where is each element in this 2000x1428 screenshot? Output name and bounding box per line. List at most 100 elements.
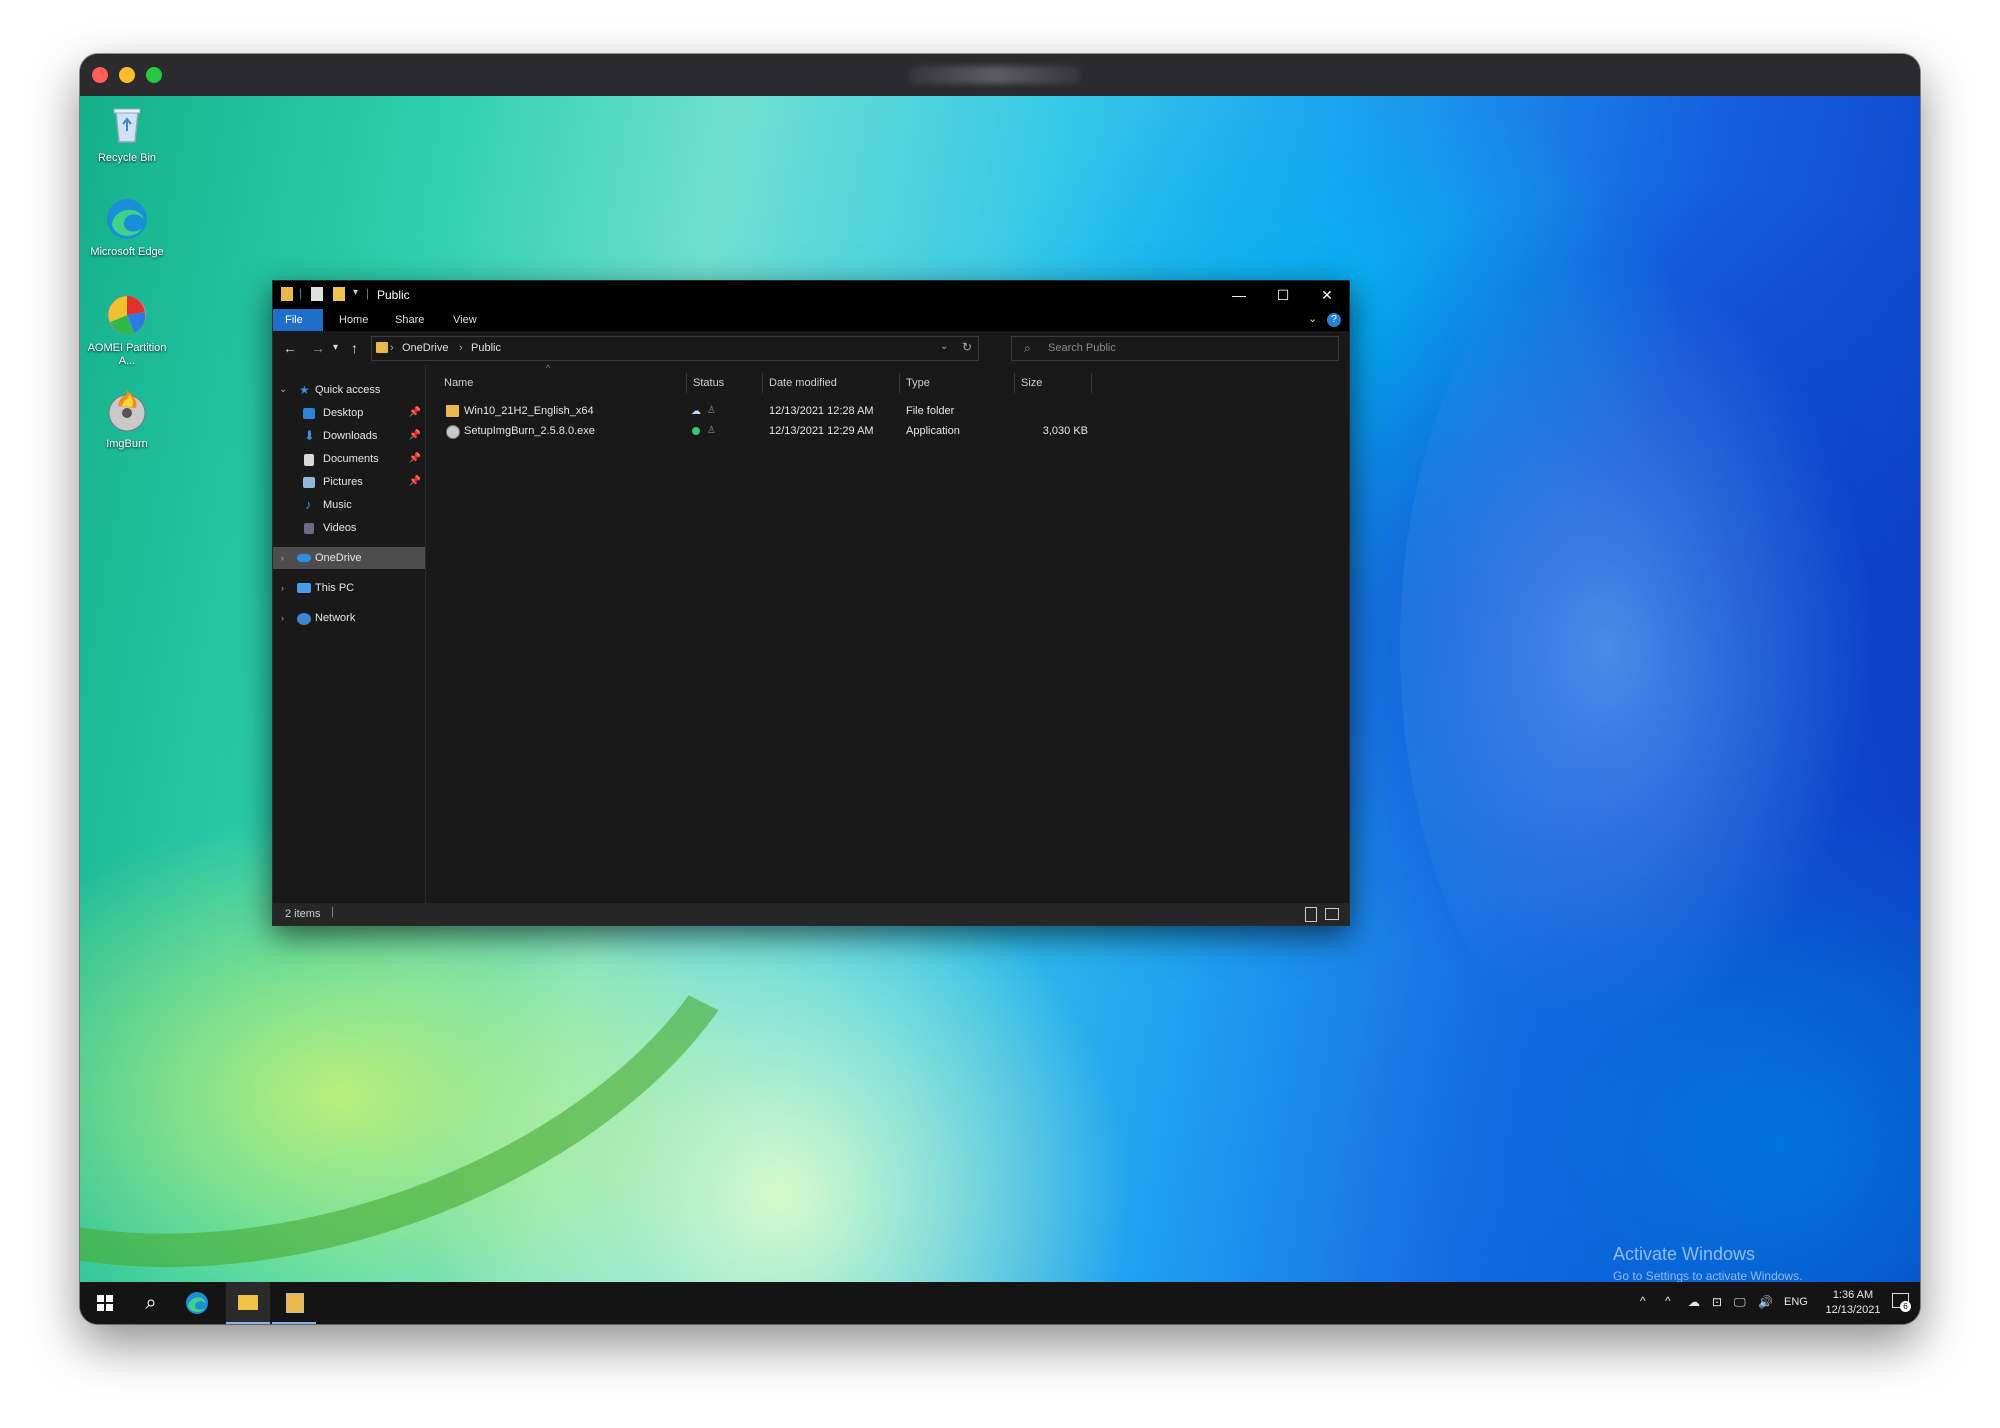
onedrive-cloud-icon[interactable]: ☁ bbox=[1688, 1295, 1700, 1324]
notification-center-icon[interactable]: 6 bbox=[1892, 1293, 1911, 1312]
pin-icon[interactable]: 📌 bbox=[409, 471, 421, 493]
usb-device-icon[interactable]: ⊡ bbox=[1712, 1295, 1722, 1324]
nav-item-videos[interactable]: Videos bbox=[273, 517, 425, 539]
nav-quick-access[interactable]: ⌄ ★ Quick access bbox=[273, 379, 425, 401]
nav-label: OneDrive bbox=[315, 552, 362, 564]
pin-icon[interactable]: 📌 bbox=[409, 448, 421, 470]
desktop-icon-imgburn[interactable]: ImgBurn bbox=[85, 388, 169, 451]
forward-arrow-icon[interactable]: → bbox=[311, 340, 325, 356]
network-status-icon[interactable]: 🖵 bbox=[1734, 1295, 1746, 1324]
expand-ribbon-icon[interactable]: ⌄ bbox=[1308, 312, 1317, 325]
help-icon[interactable]: ? bbox=[1327, 313, 1341, 327]
setup-taskbar-button[interactable] bbox=[272, 1282, 316, 1324]
nav-item-network[interactable]: › Network bbox=[273, 607, 425, 629]
collapsed-chevron-icon[interactable]: › bbox=[281, 577, 284, 599]
up-arrow-icon[interactable]: ↑ bbox=[351, 340, 358, 356]
close-icon[interactable]: ✕ bbox=[1305, 281, 1349, 309]
column-header-size[interactable]: Size bbox=[1015, 373, 1092, 393]
search-icon: ⌕ bbox=[1024, 341, 1031, 355]
nav-item-music[interactable]: ♪ Music bbox=[273, 494, 425, 516]
watermark-subtitle: Go to Settings to activate Windows. bbox=[1613, 1269, 1803, 1282]
application-icon bbox=[446, 425, 460, 439]
file-type: Application bbox=[906, 425, 960, 437]
nav-item-this-pc[interactable]: › This PC bbox=[273, 577, 425, 599]
details-view-icon[interactable] bbox=[1305, 907, 1317, 922]
customize-toolbar-icon[interactable]: ▾ bbox=[353, 287, 358, 298]
file-explorer-window: | ▾ | Public — ☐ ✕ File Home Share View … bbox=[272, 280, 1350, 926]
search-box[interactable]: ⌕ Search Public bbox=[1011, 336, 1339, 361]
refresh-icon[interactable]: ↻ bbox=[962, 340, 972, 354]
folder-icon bbox=[281, 287, 293, 301]
folder-icon bbox=[238, 1295, 258, 1310]
address-dropdown-chevron-icon[interactable]: ⌄ bbox=[940, 341, 948, 352]
column-header-date-modified[interactable]: Date modified bbox=[763, 373, 900, 393]
tab-view[interactable]: View bbox=[441, 309, 489, 331]
tab-home[interactable]: Home bbox=[327, 309, 380, 331]
status-bar: 2 items | bbox=[273, 903, 1349, 925]
clock[interactable]: 1:36 AM 12/13/2021 bbox=[1818, 1288, 1888, 1324]
desktop-folder-icon bbox=[303, 408, 315, 419]
file-row[interactable]: Win10_21H2_English_x64 ☁ ♙ 12/13/2021 12… bbox=[426, 401, 1086, 421]
separator: | bbox=[331, 906, 334, 918]
cloud-icon bbox=[297, 554, 311, 562]
back-arrow-icon[interactable]: ← bbox=[283, 340, 297, 356]
recycle-bin-icon bbox=[104, 102, 150, 148]
nav-item-downloads[interactable]: ⬇ Downloads 📌 bbox=[273, 425, 425, 447]
aomei-partition-icon bbox=[104, 292, 150, 338]
computer-icon bbox=[297, 583, 311, 593]
pin-icon[interactable]: 📌 bbox=[409, 425, 421, 447]
search-icon[interactable]: ⌕ bbox=[138, 1290, 164, 1316]
column-header-name[interactable]: Name bbox=[438, 373, 687, 393]
column-header-status[interactable]: Status bbox=[687, 373, 763, 393]
collapsed-chevron-icon[interactable]: › bbox=[281, 547, 284, 569]
new-folder-icon[interactable] bbox=[333, 287, 345, 301]
zoom-window-button[interactable] bbox=[146, 67, 162, 83]
activation-watermark: Activate Windows Go to Settings to activ… bbox=[1613, 1244, 1802, 1282]
document-icon bbox=[304, 454, 314, 466]
desktop-icon-aomei[interactable]: AOMEI Partition A... bbox=[85, 292, 169, 368]
separator: | bbox=[299, 286, 303, 300]
expanded-chevron-icon[interactable]: ⌄ bbox=[279, 379, 287, 401]
file-date: 12/13/2021 12:28 AM bbox=[769, 405, 874, 417]
breadcrumb-onedrive[interactable]: OneDrive bbox=[402, 342, 448, 354]
search-input[interactable]: Search Public bbox=[1048, 342, 1116, 354]
input-language[interactable]: ENG bbox=[1784, 1296, 1808, 1324]
nav-label: Music bbox=[323, 499, 352, 511]
nav-item-pictures[interactable]: Pictures 📌 bbox=[273, 471, 425, 493]
mac-titlebar bbox=[80, 54, 1920, 96]
nav-label: Documents bbox=[323, 453, 379, 465]
show-hidden-icons-icon[interactable]: ^ bbox=[1640, 1294, 1646, 1324]
chevron-up-icon[interactable]: ^ bbox=[1665, 1294, 1671, 1324]
desktop-icon-label: ImgBurn bbox=[106, 438, 148, 450]
minimize-window-button[interactable] bbox=[119, 67, 135, 83]
navigation-bar: ← → ▾ ↑ › OneDrive › Public ⌄ ↻ ⌕ Search… bbox=[273, 331, 1349, 365]
collapsed-chevron-icon[interactable]: › bbox=[281, 607, 284, 629]
maximize-icon[interactable]: ☐ bbox=[1261, 281, 1305, 309]
tab-share[interactable]: Share bbox=[383, 309, 436, 331]
tab-file[interactable]: File bbox=[273, 309, 323, 331]
edge-icon[interactable] bbox=[184, 1290, 210, 1316]
file-list: ^ Name Status Date modified Type Size Wi… bbox=[426, 363, 1348, 903]
large-icons-view-icon[interactable] bbox=[1325, 908, 1339, 920]
minimize-icon[interactable]: — bbox=[1217, 281, 1261, 309]
column-header-type[interactable]: Type bbox=[900, 373, 1015, 393]
desktop-icon-edge[interactable]: Microsoft Edge bbox=[85, 196, 169, 259]
breadcrumb-public[interactable]: Public bbox=[471, 342, 501, 354]
nav-item-desktop[interactable]: Desktop 📌 bbox=[273, 402, 425, 424]
desktop-icon-recycle-bin[interactable]: Recycle Bin bbox=[85, 102, 169, 165]
breadcrumb-chevron-icon: › bbox=[459, 342, 463, 354]
nav-item-onedrive[interactable]: › OneDrive bbox=[273, 547, 425, 569]
properties-icon[interactable] bbox=[311, 287, 323, 301]
windows-start-icon[interactable] bbox=[92, 1290, 118, 1316]
watermark-title: Activate Windows bbox=[1613, 1244, 1756, 1264]
pictures-icon bbox=[303, 477, 315, 488]
file-explorer-taskbar-button[interactable] bbox=[226, 1282, 270, 1324]
recent-locations-chevron-icon[interactable]: ▾ bbox=[333, 342, 338, 353]
pin-icon[interactable]: 📌 bbox=[409, 402, 421, 424]
close-window-button[interactable] bbox=[92, 67, 108, 83]
nav-item-documents[interactable]: Documents 📌 bbox=[273, 448, 425, 470]
installer-icon bbox=[286, 1293, 304, 1313]
address-bar[interactable]: › OneDrive › Public ⌄ ↻ bbox=[371, 336, 979, 361]
volume-icon[interactable]: 🔊 bbox=[1758, 1295, 1773, 1324]
file-row[interactable]: SetupImgBurn_2.5.8.0.exe ♙ 12/13/2021 12… bbox=[426, 421, 1088, 441]
